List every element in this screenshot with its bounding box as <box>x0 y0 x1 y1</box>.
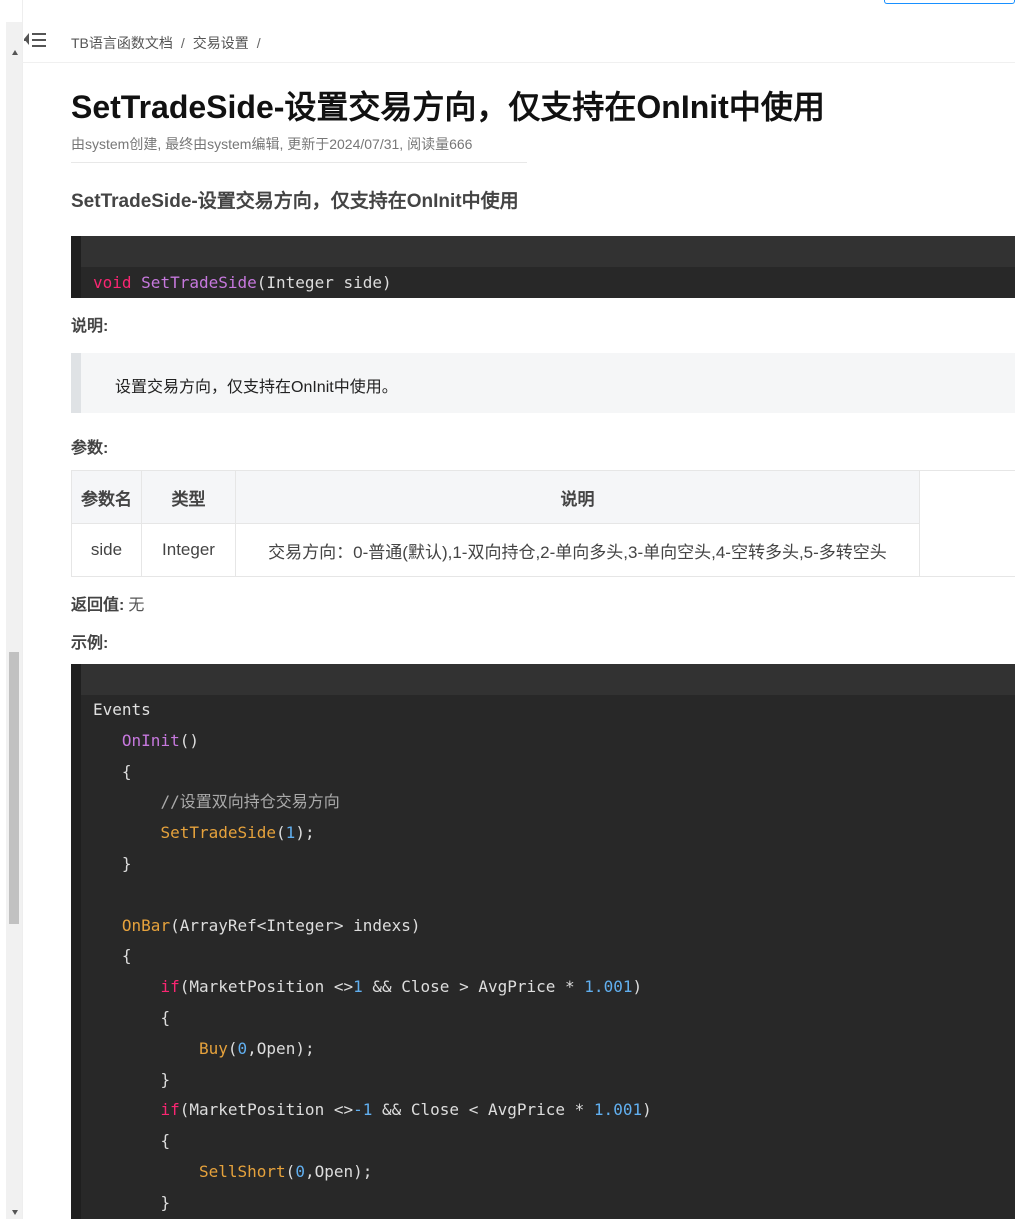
table-header-cell: 类型 <box>141 470 236 524</box>
code-token: && Close > AvgPrice * <box>362 977 585 997</box>
breadcrumb: TB语言函数文档 / 交易设置 / <box>71 33 269 53</box>
top-action-button[interactable] <box>884 0 1015 4</box>
description-blockquote: 设置交易方向，仅支持在OnInit中使用。 <box>71 353 1015 413</box>
code-line: { <box>121 761 132 781</box>
code-token: ( <box>227 1038 238 1058</box>
code-line: Buy <box>198 1038 228 1058</box>
code-number: 0 <box>237 1038 248 1058</box>
meta-divider <box>71 162 527 163</box>
parameters-label: 参数: <box>71 440 109 457</box>
code-token: ( <box>276 823 286 843</box>
scroll-up-arrow-icon[interactable] <box>12 50 18 55</box>
code-token: (ArrayRef<Integer> indexs) <box>170 915 421 935</box>
return-value: 无 <box>128 597 145 614</box>
scroll-down-arrow-icon[interactable] <box>12 1210 18 1215</box>
code-params: (Integer side) <box>256 273 392 292</box>
left-scrollbar[interactable] <box>6 22 22 1219</box>
code-line: } <box>160 1192 171 1212</box>
code-keyword: if <box>160 977 180 997</box>
code-line: OnInit <box>121 730 180 750</box>
code-number: 1.001 <box>584 977 633 997</box>
page-title: SetTradeSide-设置交易方向，仅支持在OnInit中使用 <box>71 89 825 125</box>
table-cell: 交易方向：0-普通(默认),1-双向持仓,2-单向多头,3-单向空头,4-空转多… <box>235 523 920 577</box>
breadcrumb-separator: / <box>256 35 261 51</box>
breadcrumb-divider <box>22 62 1015 63</box>
code-token: && Close < AvgPrice * <box>372 1100 594 1120</box>
code-number: 1 <box>285 823 296 843</box>
code-function-name: SetTradeSide <box>141 273 257 292</box>
signature-code: void SetTradeSide(Integer side) <box>81 267 1015 298</box>
code-token: ) <box>642 1100 652 1120</box>
code-line: SetTradeSide <box>160 823 277 843</box>
description-label: 说明: <box>71 318 109 335</box>
code-token: ,Open); <box>304 1161 373 1181</box>
table-row: side Integer 交易方向：0-普通(默认),1-双向持仓,2-单向多头… <box>71 523 920 577</box>
code-number: 1.001 <box>593 1100 643 1120</box>
table-header-cell: 说明 <box>235 470 920 524</box>
signature-code-block: void SetTradeSide(Integer side) <box>71 236 1015 298</box>
code-comment: //设置双向持仓交易方向 <box>160 792 340 812</box>
page-meta: 由system创建, 最终由system编辑, 更新于2024/07/31, 阅… <box>71 136 473 152</box>
example-code-block: Events OnInit() { //设置双向持仓交易方向 SetTradeS… <box>71 664 1015 1219</box>
table-header-row: 参数名 类型 说明 <box>71 470 920 524</box>
parameters-table: 参数名 类型 说明 side Integer 交易方向：0-普通(默认),1-双… <box>71 470 920 577</box>
code-token: ) <box>632 977 643 997</box>
code-line: } <box>121 853 132 873</box>
code-token: ( <box>285 1161 296 1181</box>
scrollbar-thumb[interactable] <box>9 652 19 924</box>
code-token: (MarketPosition <> <box>179 977 354 997</box>
code-number: -1 <box>353 1100 373 1120</box>
code-number: 0 <box>295 1161 305 1181</box>
table-extension <box>919 470 1015 577</box>
code-token: () <box>179 730 199 750</box>
code-line: { <box>160 1131 171 1151</box>
toc-toggle-icon[interactable] <box>24 31 46 51</box>
code-block-header <box>81 664 1015 695</box>
table-cell: Integer <box>141 523 236 577</box>
code-line: OnBar <box>121 915 171 935</box>
return-value-title: 返回值: <box>71 597 125 614</box>
code-line: { <box>121 946 132 966</box>
code-return-type: void <box>93 273 132 292</box>
example-label: 示例: <box>71 635 109 652</box>
code-token: (MarketPosition <> <box>179 1100 354 1120</box>
table-cell: side <box>71 523 142 577</box>
return-value-label: 返回值: 无 <box>71 591 144 615</box>
code-line: Events <box>93 700 151 719</box>
section-heading: SetTradeSide-设置交易方向，仅支持在OnInit中使用 <box>71 191 519 212</box>
breadcrumb-item-trade-settings[interactable]: 交易设置 <box>193 35 249 51</box>
code-token: ); <box>295 823 315 843</box>
breadcrumb-separator: / <box>180 35 185 51</box>
example-code: Events OnInit() { //设置双向持仓交易方向 SetTradeS… <box>81 695 1015 1219</box>
code-number: 1 <box>353 977 363 997</box>
code-line: SellShort <box>198 1161 286 1181</box>
code-token: ,Open); <box>247 1038 315 1058</box>
table-header-cell: 参数名 <box>71 470 142 524</box>
breadcrumb-item-docs[interactable]: TB语言函数文档 <box>71 35 173 51</box>
code-keyword: if <box>160 1100 180 1120</box>
code-block-header <box>81 236 1015 267</box>
sidebar-divider <box>22 0 23 1219</box>
code-line: } <box>160 1069 171 1089</box>
code-line: { <box>160 1007 171 1027</box>
description-text: 设置交易方向，仅支持在OnInit中使用。 <box>115 379 398 396</box>
